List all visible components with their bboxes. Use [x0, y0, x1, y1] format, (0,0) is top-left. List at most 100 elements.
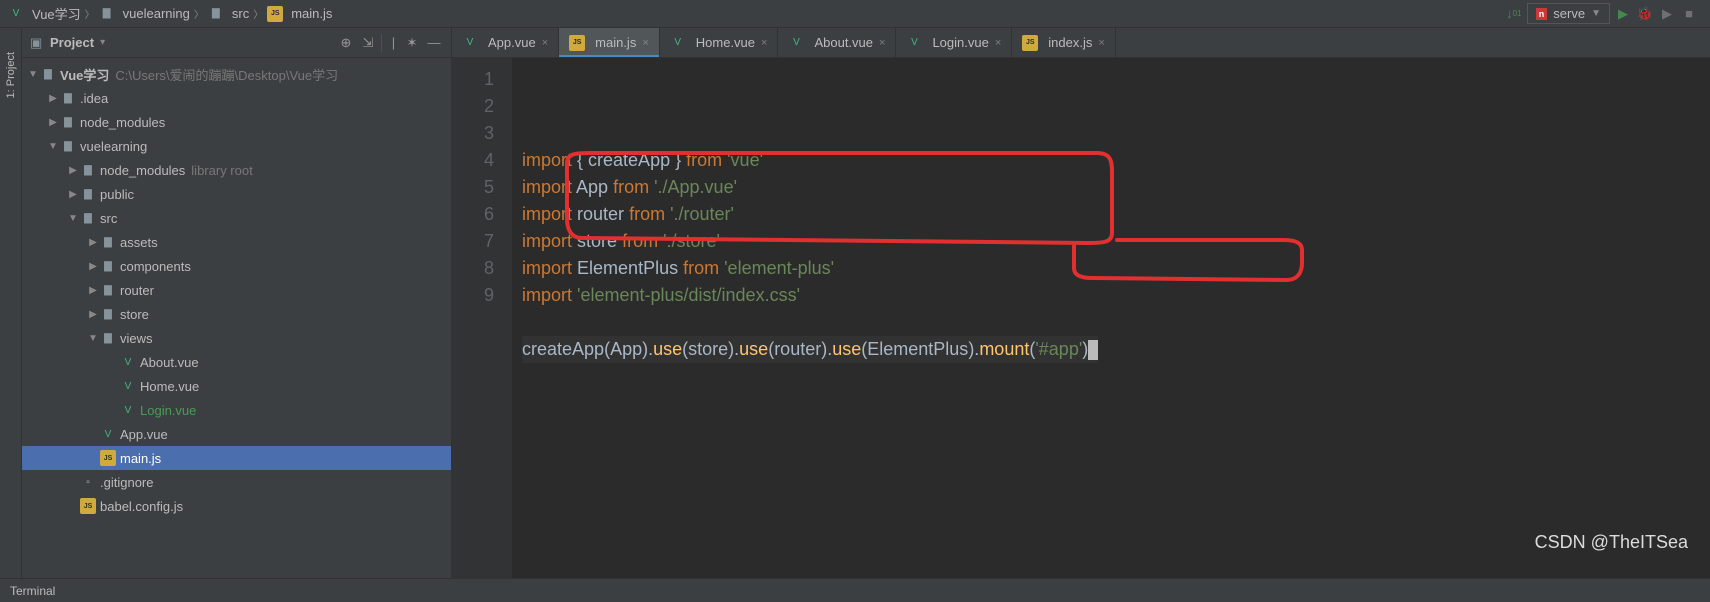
close-icon[interactable]: ×	[995, 37, 1001, 49]
line-number: 8	[452, 255, 494, 282]
editor-tab[interactable]: VHome.vue×	[660, 28, 779, 57]
tree-node[interactable]: VLogin.vue	[22, 398, 451, 422]
editor-tab[interactable]: VLogin.vue×	[896, 28, 1012, 57]
tree-node[interactable]: ▫.gitignore	[22, 470, 451, 494]
collapse-all-icon[interactable]: |	[381, 34, 399, 52]
project-tool-tab[interactable]: 1: Project	[5, 48, 17, 102]
editor-tabs: VApp.vue×JSmain.js×VHome.vue×VAbout.vue×…	[452, 28, 1710, 58]
tree-node[interactable]: ▇node_moduleslibrary root	[22, 158, 451, 182]
code-line[interactable]	[522, 363, 1098, 390]
js-icon: JS	[569, 35, 585, 51]
tree-arrow-icon[interactable]	[86, 285, 100, 296]
terminal-tool-button[interactable]: Terminal	[10, 584, 55, 598]
tree-arrow-icon[interactable]	[86, 333, 100, 344]
tree-node[interactable]: V Home.vue	[22, 374, 451, 398]
run-coverage-button[interactable]: ▶	[1658, 5, 1676, 23]
code-line[interactable]: import { createApp } from 'vue'	[522, 147, 1098, 174]
code-content[interactable]: import { createApp } from 'vue'import Ap…	[512, 58, 1098, 578]
tree-label: src	[100, 211, 117, 226]
code-line[interactable]: createApp(App).use(store).use(router).us…	[522, 336, 1098, 363]
breadcrumb-item[interactable]: VVue学习	[8, 4, 81, 23]
tree-node[interactable]: ▇ views	[22, 326, 451, 350]
vue-icon: V	[906, 35, 922, 51]
tree-node[interactable]: JSbabel.config.js	[22, 494, 451, 518]
status-bar: Terminal	[0, 578, 1710, 602]
editor-tab[interactable]: JSindex.js×	[1012, 28, 1116, 57]
vue-icon: V	[120, 402, 136, 418]
run-button[interactable]: ▶	[1614, 5, 1632, 23]
settings-icon[interactable]: ✶	[403, 34, 421, 52]
folder-icon: ▇	[208, 6, 224, 22]
tree-arrow-icon[interactable]	[66, 165, 80, 176]
close-icon[interactable]: ×	[761, 37, 767, 49]
tree-arrow-icon[interactable]	[86, 237, 100, 248]
tree-arrow-icon[interactable]	[46, 141, 60, 152]
tree-arrow-icon[interactable]	[86, 261, 100, 272]
folder-icon: ▇	[100, 258, 116, 274]
tab-label: Home.vue	[696, 35, 755, 50]
code-line[interactable]: import ElementPlus from 'element-plus'	[522, 255, 1098, 282]
download-icon[interactable]: ↓01	[1505, 5, 1523, 23]
project-tree[interactable]: ▇Vue学习C:\Users\爱闹的蹦蹦\Desktop\Vue学习▇.idea…	[22, 58, 451, 578]
folder-icon: ▇	[60, 114, 76, 130]
code-line[interactable]: import router from './router'	[522, 201, 1098, 228]
tree-label: views	[120, 331, 153, 346]
breadcrumb-label: src	[232, 6, 249, 21]
vue-icon: V	[8, 6, 24, 22]
tree-node[interactable]: VApp.vue	[22, 422, 451, 446]
expand-all-icon[interactable]: ⇲	[359, 34, 377, 52]
editor-tab[interactable]: JSmain.js×	[559, 28, 660, 57]
editor-tab[interactable]: VApp.vue×	[452, 28, 559, 57]
tree-node[interactable]: ▇src	[22, 206, 451, 230]
project-panel: ▣ Project ▾ ⊕ ⇲ | ✶ — ▇Vue学习C:\Users\爱闹的…	[22, 28, 452, 578]
tree-root[interactable]: ▇Vue学习C:\Users\爱闹的蹦蹦\Desktop\Vue学习	[22, 62, 451, 86]
tree-node[interactable]: ▇components	[22, 254, 451, 278]
tree-node[interactable]: ▇node_modules	[22, 110, 451, 134]
code-line[interactable]: import App from './App.vue'	[522, 174, 1098, 201]
chevron-down-icon[interactable]: ▾	[100, 37, 105, 48]
tree-arrow-icon[interactable]	[86, 309, 100, 320]
tab-label: About.vue	[814, 35, 873, 50]
top-right-toolbar: ↓01 n serve ▼ ▶ 🐞 ▶ ■	[1505, 3, 1710, 24]
stop-button[interactable]: ■	[1680, 5, 1698, 23]
editor-tab[interactable]: VAbout.vue×	[778, 28, 896, 57]
tree-label: assets	[120, 235, 158, 250]
tree-arrow-icon[interactable]	[46, 117, 60, 128]
folder-icon: ▇	[99, 6, 115, 22]
breadcrumb-item[interactable]: JSmain.js	[267, 6, 332, 22]
close-icon[interactable]: ×	[879, 37, 885, 49]
folder-icon: ▇	[100, 330, 116, 346]
tree-label: .idea	[80, 91, 108, 106]
vue-icon: V	[120, 378, 136, 394]
line-number: 2	[452, 93, 494, 120]
tree-node[interactable]: JSmain.js	[22, 446, 451, 470]
tree-arrow-icon[interactable]	[26, 69, 40, 80]
tree-label: Home.vue	[140, 379, 199, 394]
hide-panel-icon[interactable]: —	[425, 34, 443, 52]
tree-arrow-icon[interactable]	[46, 93, 60, 104]
tree-node[interactable]: ▇.idea	[22, 86, 451, 110]
editor-body[interactable]: 123456789 import { createApp } from 'vue…	[452, 58, 1710, 578]
tree-node[interactable]: ▇assets	[22, 230, 451, 254]
tree-arrow-icon[interactable]	[66, 189, 80, 200]
tree-node[interactable]: ▇store	[22, 302, 451, 326]
tree-node[interactable]: ▇vuelearning	[22, 134, 451, 158]
line-number: 5	[452, 174, 494, 201]
close-icon[interactable]: ×	[642, 37, 648, 49]
select-opened-file-icon[interactable]: ⊕	[337, 34, 355, 52]
close-icon[interactable]: ×	[1098, 37, 1104, 49]
tree-label: .gitignore	[100, 475, 153, 490]
tree-node[interactable]: ▇public	[22, 182, 451, 206]
tree-node[interactable]: ▇router	[22, 278, 451, 302]
run-config-selector[interactable]: n serve ▼	[1527, 3, 1610, 24]
debug-button[interactable]: 🐞	[1636, 5, 1654, 23]
chevron-down-icon: ▼	[1591, 8, 1601, 19]
tree-arrow-icon[interactable]	[66, 213, 80, 224]
tree-node[interactable]: VAbout.vue	[22, 350, 451, 374]
code-line[interactable]: import 'element-plus/dist/index.css'	[522, 282, 1098, 309]
breadcrumb-item[interactable]: ▇vuelearning	[99, 6, 190, 22]
close-icon[interactable]: ×	[542, 37, 548, 49]
code-line[interactable]: import store from './store'	[522, 228, 1098, 255]
code-line[interactable]	[522, 309, 1098, 336]
breadcrumb-item[interactable]: ▇ src	[208, 6, 249, 22]
